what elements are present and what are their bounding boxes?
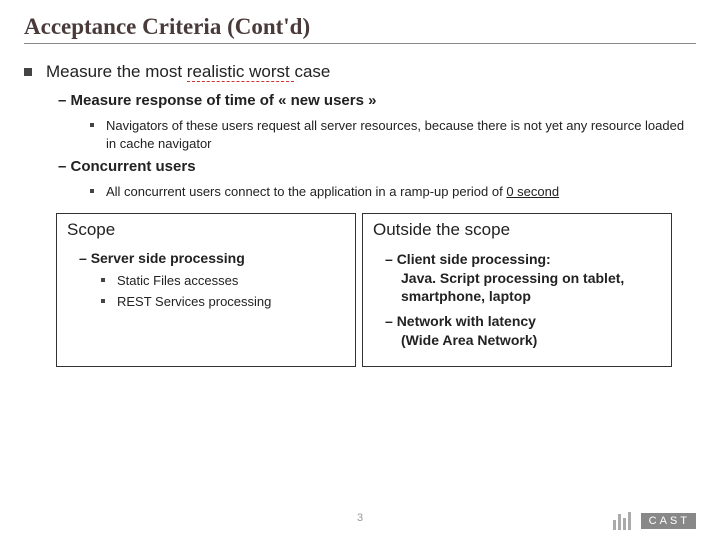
bullet-2-continuation: Java. Script processing on tablet, smart… [401, 269, 661, 307]
dot-bullet-icon [101, 278, 105, 282]
bullet-level-2: – Measure response of time of « new user… [58, 92, 696, 109]
dot-bullet-icon [101, 299, 105, 303]
bullet-2-text: Server side processing [91, 250, 245, 266]
bullet-level-3: REST Services processing [101, 293, 345, 311]
bullet-2-text: Measure response of time of « new users … [71, 92, 377, 109]
bullet-level-3: All concurrent users connect to the appl… [90, 183, 696, 201]
underlined-text: 0 second [506, 184, 559, 199]
dash-bullet-icon: – [385, 313, 397, 329]
scope-boxes-row: Scope – Server side processing Static Fi… [56, 213, 696, 367]
bullet-level-2: – Network with latency (Wide Area Networ… [385, 312, 661, 350]
box-title: Outside the scope [373, 220, 661, 240]
box-title: Scope [67, 220, 345, 240]
dash-bullet-icon: – [58, 158, 71, 175]
bullet-2-text: Client side processing: [397, 251, 551, 267]
bullet-level-2: – Client side processing: Java. Script p… [385, 250, 661, 307]
bullet-level-1: Measure the most realistic worst case [24, 62, 696, 82]
dash-bullet-icon: – [79, 250, 91, 266]
dot-bullet-icon [90, 123, 94, 127]
bullet-3-text: REST Services processing [117, 293, 271, 311]
underlined-text: realistic worst [187, 62, 295, 82]
outside-scope-box: Outside the scope – Client side processi… [362, 213, 672, 367]
bullet-level-2: – Server side processing [79, 250, 345, 266]
dot-bullet-icon [90, 189, 94, 193]
dash-bullet-icon: – [385, 251, 397, 267]
text-fragment: case [294, 62, 330, 81]
bullet-2-continuation: (Wide Area Network) [401, 331, 661, 350]
dash-bullet-icon: – [58, 92, 71, 109]
square-bullet-icon [24, 68, 32, 76]
text-fragment: All concurrent users connect to the appl… [106, 184, 506, 199]
brand-badge: CAST [641, 513, 696, 529]
slide-title: Acceptance Criteria (Cont'd) [24, 14, 696, 44]
bullet-level-3: Static Files accesses [101, 272, 345, 290]
scope-box: Scope – Server side processing Static Fi… [56, 213, 356, 367]
bullet-3-text: Navigators of these users request all se… [106, 117, 696, 152]
bullet-level-2: – Concurrent users [58, 158, 696, 175]
bullet-1-text: Measure the most realistic worst case [46, 62, 330, 82]
bullet-2-text: Concurrent users [71, 158, 196, 175]
bullet-3-text: All concurrent users connect to the appl… [106, 183, 559, 201]
page-number: 3 [357, 512, 363, 524]
text-fragment: Measure the most [46, 62, 187, 81]
bullet-3-text: Static Files accesses [117, 272, 238, 290]
bullet-level-3: Navigators of these users request all se… [90, 117, 696, 152]
bars-icon [613, 512, 631, 530]
slide: Acceptance Criteria (Cont'd) Measure the… [0, 0, 720, 540]
footer-logo: CAST [613, 512, 696, 530]
bullet-2-text: Network with latency [397, 313, 536, 329]
